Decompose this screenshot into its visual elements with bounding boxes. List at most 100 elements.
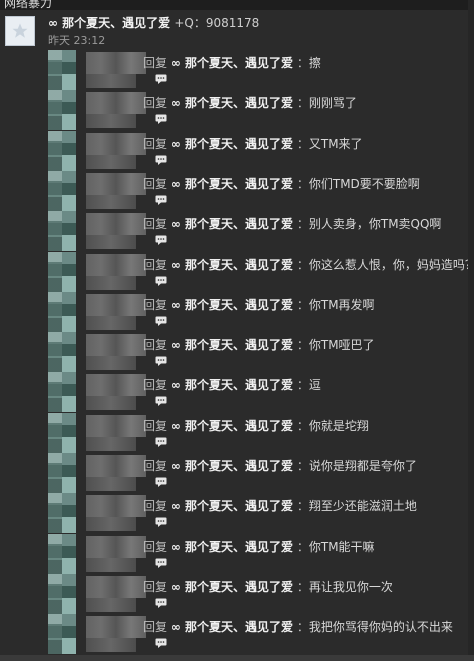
commenter-name-pixelated <box>86 455 146 477</box>
comment-row: 回复 ∞ 那个夏天、遇见了爱 ：别人卖身，你TM卖QQ啊 <box>0 211 474 251</box>
reply-label: 回复 <box>143 378 168 392</box>
comment-row: 回复 ∞ 那个夏天、遇见了爱 ：说你是翔都是夸你了 <box>0 453 474 493</box>
comment-row: 回复 ∞ 那个夏天、遇见了爱 ：又TM来了 <box>0 131 474 171</box>
commenter-avatar[interactable] <box>48 211 76 251</box>
comment-text-line: 回复 ∞ 那个夏天、遇见了爱 ：你这么惹人恨，你，妈妈造吗？ <box>143 256 474 273</box>
scrollbar[interactable] <box>468 0 474 661</box>
reply-target-name[interactable]: ∞ 那个夏天、遇见了爱 <box>171 459 293 473</box>
commenter-avatar[interactable] <box>48 534 76 574</box>
reply-target-name[interactable]: ∞ 那个夏天、遇见了爱 <box>171 338 293 352</box>
commenter-subname-pixelated <box>86 638 136 652</box>
reply-target-name[interactable]: ∞ 那个夏天、遇见了爱 <box>171 298 293 312</box>
reply-label: 回复 <box>143 620 168 634</box>
reply-target-name[interactable]: ∞ 那个夏天、遇见了爱 <box>171 258 293 272</box>
comment-bubble-icon[interactable] <box>155 74 167 84</box>
comment-row: 回复 ∞ 那个夏天、遇见了爱 ：你就是坨翔 <box>0 413 474 453</box>
comment-bubble-icon[interactable] <box>155 155 167 165</box>
comment-message: 说你是翔都是夸你了 <box>308 459 417 473</box>
reply-target-name[interactable]: ∞ 那个夏天、遇见了爱 <box>171 177 293 191</box>
comment-row: 回复 ∞ 那个夏天、遇见了爱 ：你TM能干嘛 <box>0 534 474 574</box>
commenter-avatar[interactable] <box>48 252 76 292</box>
comment-bubble-icon[interactable] <box>155 638 167 648</box>
comment-message: 刚刚骂了 <box>308 96 357 110</box>
colon-separator: ： <box>293 298 309 312</box>
commenter-avatar[interactable] <box>48 332 76 372</box>
commenter-name-pixelated <box>86 92 146 114</box>
reply-label: 回复 <box>143 298 168 312</box>
reply-target-name[interactable]: ∞ 那个夏天、遇见了爱 <box>171 56 293 70</box>
commenter-avatar[interactable] <box>48 574 76 614</box>
reply-label: 回复 <box>143 580 168 594</box>
reply-target-name[interactable]: ∞ 那个夏天、遇见了爱 <box>171 378 293 392</box>
commenter-subname-pixelated <box>86 195 136 209</box>
comment-bubble-icon[interactable] <box>155 477 167 487</box>
commenter-subname-pixelated <box>86 276 136 290</box>
top-bar: 网络暴力 <box>0 0 474 10</box>
commenter-avatar[interactable] <box>48 614 76 654</box>
commenter-subname-pixelated <box>86 316 136 330</box>
commenter-avatar[interactable] <box>48 292 76 332</box>
post-header: ∞ 那个夏天、遇见了爱 +Q：9081178 昨天 23:12 <box>0 10 474 50</box>
reply-label: 回复 <box>143 56 168 70</box>
reply-target-name[interactable]: ∞ 那个夏天、遇见了爱 <box>171 620 293 634</box>
colon-separator: ： <box>293 56 309 70</box>
reply-target-name[interactable]: ∞ 那个夏天、遇见了爱 <box>171 217 293 231</box>
commenter-avatar[interactable] <box>48 131 76 171</box>
comment-bubble-icon[interactable] <box>155 437 167 447</box>
comment-bubble-icon[interactable] <box>155 598 167 608</box>
comment-message: 又TM来了 <box>308 137 363 151</box>
reply-target-name[interactable]: ∞ 那个夏天、遇见了爱 <box>171 419 293 433</box>
comment-bubble-icon[interactable] <box>155 316 167 326</box>
reply-label: 回复 <box>143 177 168 191</box>
comment-message: 我把你骂得你妈的认不出来 <box>308 620 453 634</box>
comment-bubble-icon[interactable] <box>155 195 167 205</box>
commenter-name-pixelated <box>86 173 146 195</box>
commenter-subname-pixelated <box>86 437 136 451</box>
commenter-avatar[interactable] <box>48 413 76 453</box>
commenter-name-pixelated <box>86 334 146 356</box>
comment-row: 回复 ∞ 那个夏天、遇见了爱 ：再让我见你一次 <box>0 574 474 614</box>
commenter-name-pixelated <box>86 254 146 276</box>
comment-bubble-icon[interactable] <box>155 517 167 527</box>
comment-bubble-icon[interactable] <box>155 558 167 568</box>
reply-target-name[interactable]: ∞ 那个夏天、遇见了爱 <box>171 137 293 151</box>
comment-message: 翔至少还能滋润土地 <box>308 499 417 513</box>
commenter-avatar[interactable] <box>48 171 76 211</box>
reply-target-name[interactable]: ∞ 那个夏天、遇见了爱 <box>171 540 293 554</box>
reply-label: 回复 <box>143 499 168 513</box>
comment-bubble-icon[interactable] <box>155 356 167 366</box>
comment-bubble-icon[interactable] <box>155 276 167 286</box>
commenter-avatar[interactable] <box>48 493 76 533</box>
comment-bubble-icon[interactable] <box>155 396 167 406</box>
reply-target-name[interactable]: ∞ 那个夏天、遇见了爱 <box>171 499 293 513</box>
reply-label: 回复 <box>143 96 168 110</box>
commenter-name-pixelated <box>86 213 146 235</box>
commenter-avatar[interactable] <box>48 90 76 130</box>
comment-message: 逗 <box>308 378 321 392</box>
avatar[interactable] <box>5 16 35 46</box>
comment-row: 回复 ∞ 那个夏天、遇见了爱 ：你们TMD要不要脸啊 <box>0 171 474 211</box>
commenter-avatar[interactable] <box>48 453 76 493</box>
comment-message: 你这么惹人恨，你，妈妈造吗？ <box>308 258 474 272</box>
commenter-subname-pixelated <box>86 477 136 491</box>
comment-row: 回复 ∞ 那个夏天、遇见了爱 ：我把你骂得你妈的认不出来 <box>0 614 474 654</box>
reply-target-name[interactable]: ∞ 那个夏天、遇见了爱 <box>171 580 293 594</box>
colon-separator: ： <box>293 96 309 110</box>
comment-message: 你TM再发啊 <box>308 298 375 312</box>
post-author[interactable]: ∞ 那个夏天、遇见了爱 +Q：9081178 <box>48 14 259 31</box>
commenter-subname-pixelated <box>86 558 136 572</box>
reply-label: 回复 <box>143 459 168 473</box>
commenter-subname-pixelated <box>86 155 136 169</box>
comment-row: 回复 ∞ 那个夏天、遇见了爱 ：逗 <box>0 372 474 412</box>
comment-row: 回复 ∞ 那个夏天、遇见了爱 ：你TM再发啊 <box>0 292 474 332</box>
footer-strip <box>0 655 474 661</box>
comment-text-line: 回复 ∞ 那个夏天、遇见了爱 ：你TM哑巴了 <box>143 336 375 353</box>
reply-target-name[interactable]: ∞ 那个夏天、遇见了爱 <box>171 96 293 110</box>
comment-bubble-icon[interactable] <box>155 114 167 124</box>
commenter-avatar[interactable] <box>48 372 76 412</box>
reply-label: 回复 <box>143 137 168 151</box>
reply-label: 回复 <box>143 419 168 433</box>
comment-message: 你TM能干嘛 <box>308 540 375 554</box>
comment-bubble-icon[interactable] <box>155 235 167 245</box>
commenter-avatar[interactable] <box>48 50 76 90</box>
